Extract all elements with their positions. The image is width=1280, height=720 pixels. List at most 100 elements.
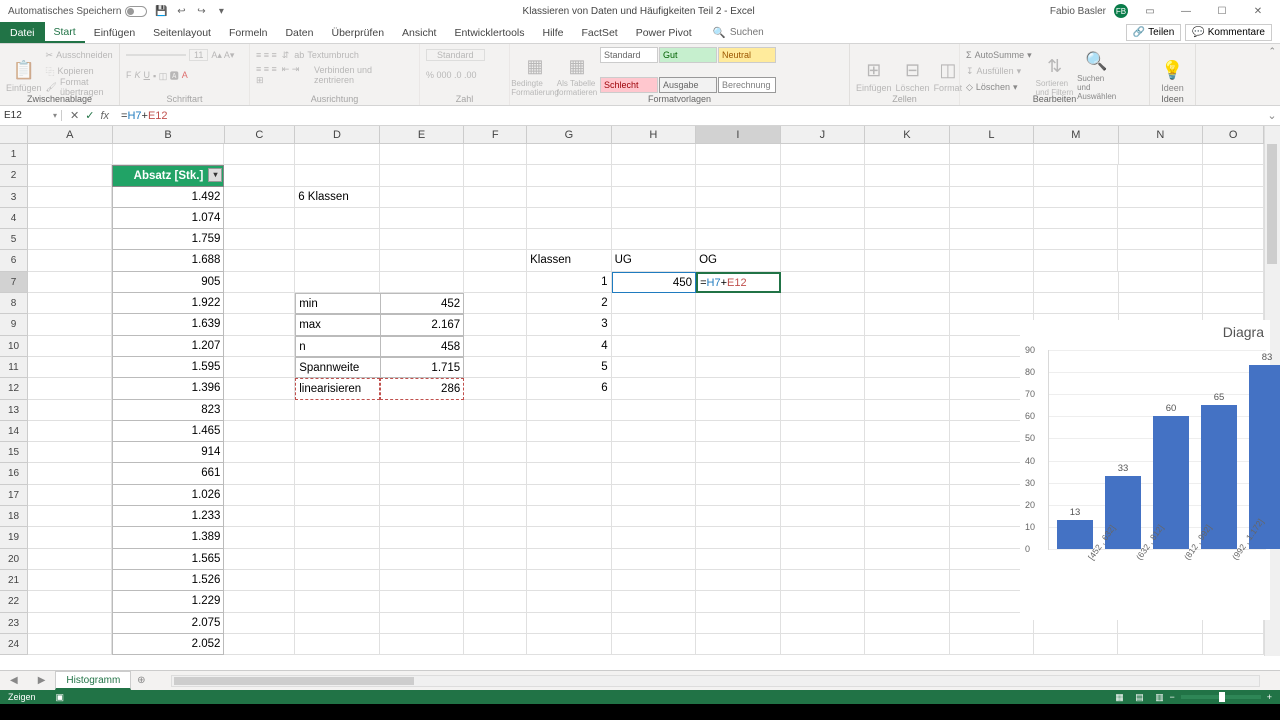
name-box[interactable]: E12▾ [0,110,62,121]
fill-button[interactable]: ↧ Ausfüllen ▾ [966,63,1032,79]
cell-K15[interactable] [865,442,949,463]
row-header-6[interactable]: 6 [0,250,28,271]
cell-N8[interactable] [1119,293,1203,314]
cell-K4[interactable] [865,208,949,229]
cell-C11[interactable] [224,357,295,378]
cell-H15[interactable] [612,442,696,463]
cell-H5[interactable] [612,229,696,250]
cell-F17[interactable] [464,485,527,506]
cell-D10[interactable]: n [295,336,379,357]
cell-A4[interactable] [28,208,112,229]
cell-G10[interactable]: 4 [527,336,611,357]
cell-J6[interactable] [781,250,865,271]
formula-input[interactable]: =H7+E12 [117,110,1264,122]
cell-H11[interactable] [612,357,696,378]
cell-C2[interactable] [224,165,295,186]
cell-A12[interactable] [28,378,112,399]
cell-C16[interactable] [224,463,295,484]
cell-C18[interactable] [224,506,295,527]
cell-D23[interactable] [295,613,379,634]
cell-A9[interactable] [28,314,112,335]
cell-D6[interactable] [295,250,379,271]
tab-seitenlayout[interactable]: Seitenlayout [144,22,220,43]
cell-J9[interactable] [781,314,865,335]
cell-G20[interactable] [527,549,611,570]
cell-F8[interactable] [464,293,527,314]
select-all-corner[interactable] [0,126,28,144]
cell-K6[interactable] [865,250,949,271]
cell-M2[interactable] [1034,165,1118,186]
cell-B1[interactable] [113,144,225,165]
cell-J10[interactable] [781,336,865,357]
cell-E7[interactable] [380,272,464,293]
cell-L6[interactable] [950,250,1034,271]
col-header-I[interactable]: I [696,126,781,143]
cell-G11[interactable]: 5 [527,357,611,378]
cell-A3[interactable] [28,187,112,208]
cell-O3[interactable] [1203,187,1264,208]
cell-C20[interactable] [224,549,295,570]
cell-H18[interactable] [612,506,696,527]
cell-K3[interactable] [865,187,949,208]
cell-N2[interactable] [1118,165,1202,186]
close-icon[interactable]: ✕ [1244,1,1272,21]
cell-J4[interactable] [781,208,865,229]
row-header-9[interactable]: 9 [0,314,28,335]
cell-E12[interactable]: 286 [380,378,465,399]
cell-I22[interactable] [696,591,780,612]
cell-A13[interactable] [28,400,112,421]
cell-J24[interactable] [781,634,865,655]
cell-A2[interactable] [28,165,112,186]
cell-G24[interactable] [527,634,611,655]
col-header-E[interactable]: E [380,126,465,143]
cell-I17[interactable] [696,485,780,506]
cell-D1[interactable] [295,144,380,165]
cell-F6[interactable] [464,250,527,271]
cell-B10[interactable]: 1.207 [112,336,224,357]
row-header-24[interactable]: 24 [0,634,28,655]
expand-formula-bar-icon[interactable]: ⌄ [1264,109,1280,122]
cell-B20[interactable]: 1.565 [112,549,224,570]
cell-I10[interactable] [696,336,780,357]
cell-G22[interactable] [527,591,611,612]
cell-A6[interactable] [28,250,112,271]
tab-file[interactable]: Datei [0,22,45,43]
tab-factset[interactable]: FactSet [573,22,627,43]
style-ausgabe[interactable]: Ausgabe [659,77,717,93]
cell-F15[interactable] [464,442,527,463]
cell-K21[interactable] [865,570,949,591]
cell-G8[interactable]: 2 [527,293,611,314]
cell-C10[interactable] [224,336,295,357]
cell-K14[interactable] [865,421,949,442]
cell-B8[interactable]: 1.922 [112,293,224,314]
style-gut[interactable]: Gut [659,47,717,63]
cell-J15[interactable] [781,442,865,463]
cell-C21[interactable] [224,570,295,591]
cell-C14[interactable] [224,421,295,442]
cell-G6[interactable]: Klassen [527,250,611,271]
row-header-21[interactable]: 21 [0,570,28,591]
cell-B21[interactable]: 1.526 [112,570,224,591]
cell-B17[interactable]: 1.026 [112,485,224,506]
cell-E24[interactable] [380,634,464,655]
cell-H1[interactable] [612,144,697,165]
cell-I12[interactable] [696,378,780,399]
user-name[interactable]: Fabio Basler [1050,6,1106,17]
collapse-ribbon-icon[interactable]: ⌃ [1268,46,1276,57]
cell-O6[interactable] [1203,250,1264,271]
cell-C24[interactable] [224,634,295,655]
cell-I8[interactable] [696,293,780,314]
cell-N6[interactable] [1118,250,1202,271]
cell-D4[interactable] [295,208,379,229]
cell-C1[interactable] [224,144,295,165]
cell-I20[interactable] [696,549,780,570]
cell-A16[interactable] [28,463,112,484]
col-header-H[interactable]: H [612,126,697,143]
cell-G15[interactable] [527,442,611,463]
cell-G17[interactable] [527,485,611,506]
cell-C22[interactable] [224,591,295,612]
cell-A10[interactable] [28,336,112,357]
cell-B24[interactable]: 2.052 [112,634,224,655]
cell-A19[interactable] [28,527,112,548]
cell-E22[interactable] [380,591,464,612]
